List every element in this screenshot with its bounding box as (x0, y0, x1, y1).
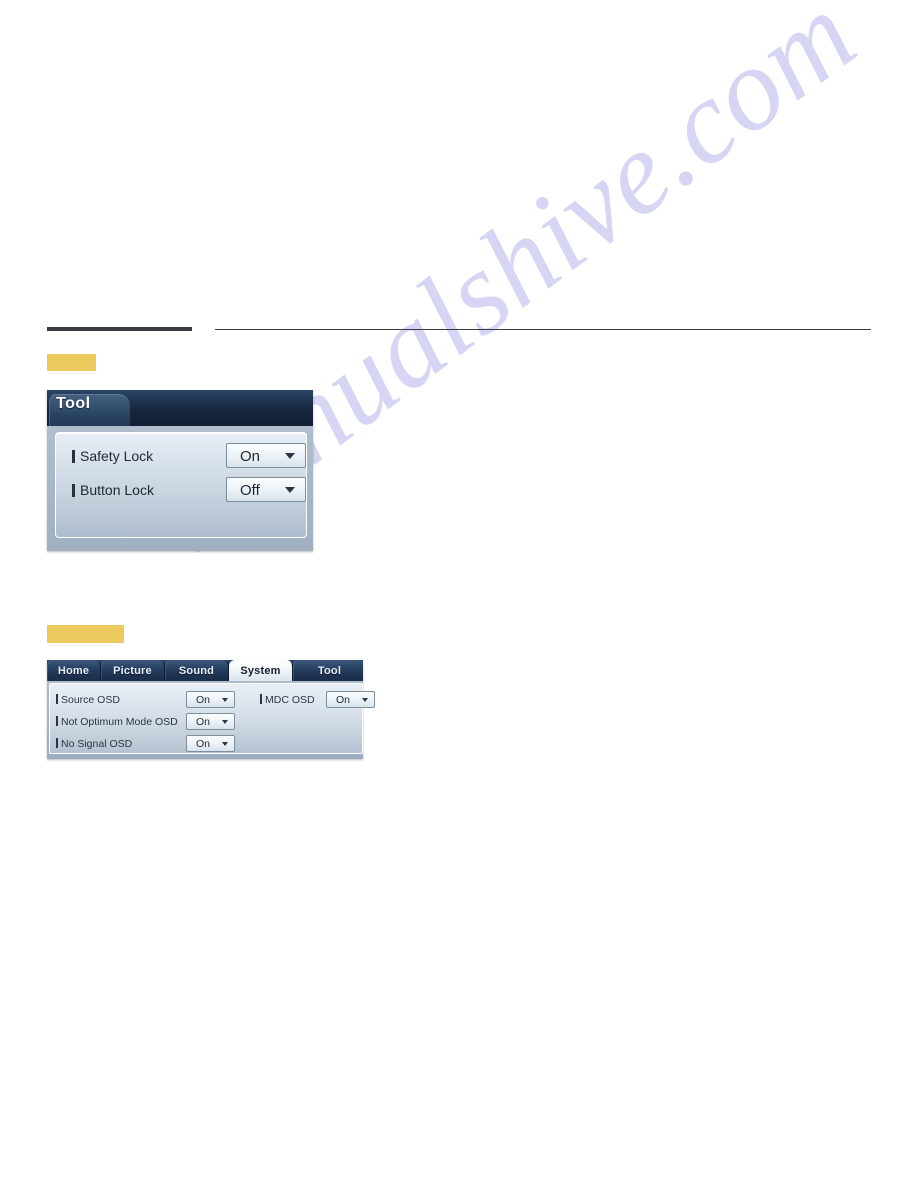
system-option-row: No Signal OSD On (56, 734, 256, 756)
mdc-osd-label-text: MDC OSD (265, 694, 315, 706)
system-option-row: Source OSD On (56, 690, 256, 712)
button-lock-label: Button Lock (72, 482, 154, 498)
mdc-osd-dropdown[interactable]: On (326, 691, 375, 708)
bullet-marker-icon (56, 716, 58, 726)
chevron-down-icon (285, 487, 295, 493)
button-lock-dropdown[interactable]: Off (226, 477, 306, 502)
system-tab-bar: Home Picture Sound System Tool (47, 660, 363, 681)
chevron-down-icon (222, 720, 228, 724)
chevron-down-icon (222, 698, 228, 702)
source-osd-label-text: Source OSD (61, 694, 120, 706)
tool-osd-panel: Tool Safety Lock On Button Lock Off (47, 390, 313, 551)
highlight-chip-secondary (47, 625, 124, 643)
safety-lock-value: On (240, 448, 261, 465)
system-osd-panel: Home Picture Sound System Tool Source OS… (47, 660, 375, 759)
bullet-marker-icon (72, 450, 75, 463)
bullet-marker-icon (56, 694, 58, 704)
system-option-row: MDC OSD On (260, 690, 375, 712)
chevron-down-icon (362, 698, 368, 702)
tool-option-row: Safety Lock On (56, 441, 306, 475)
highlight-chip-primary (47, 354, 96, 371)
tab-sound[interactable]: Sound (165, 660, 229, 681)
no-signal-osd-value: On (196, 738, 211, 750)
safety-lock-label: Safety Lock (72, 448, 153, 464)
no-signal-osd-label-text: No Signal OSD (61, 738, 133, 750)
chevron-down-icon (222, 742, 228, 746)
button-lock-value: Off (240, 482, 260, 499)
safety-lock-dropdown[interactable]: On (226, 443, 306, 468)
not-optimum-mode-osd-value: On (196, 716, 211, 728)
not-optimum-mode-osd-dropdown[interactable]: On (186, 713, 235, 730)
section-rule-thin (215, 329, 871, 330)
not-optimum-mode-osd-label-text: Not Optimum Mode OSD (61, 716, 178, 728)
tool-panel-header: Tool (47, 390, 313, 426)
no-signal-osd-dropdown[interactable]: On (186, 735, 235, 752)
section-rule-thick (47, 327, 192, 331)
source-osd-label: Source OSD (56, 694, 120, 706)
not-optimum-mode-osd-label: Not Optimum Mode OSD (56, 716, 178, 728)
system-option-row: Not Optimum Mode OSD On (56, 712, 256, 734)
tool-option-row: Button Lock Off (56, 475, 306, 509)
tab-picture[interactable]: Picture (101, 660, 165, 681)
chevron-down-icon (285, 453, 295, 459)
mdc-osd-label: MDC OSD (260, 694, 315, 706)
bullet-marker-icon (260, 694, 262, 704)
no-signal-osd-label: No Signal OSD (56, 738, 132, 750)
mdc-osd-value: On (336, 694, 351, 706)
tab-home[interactable]: Home (47, 660, 101, 681)
bullet-marker-icon (72, 484, 75, 497)
button-lock-label-text: Button Lock (80, 482, 154, 498)
source-osd-dropdown[interactable]: On (186, 691, 235, 708)
tab-tool[interactable]: Tool (293, 660, 363, 681)
bullet-marker-icon (56, 738, 58, 748)
safety-lock-label-text: Safety Lock (80, 448, 154, 464)
page-watermark: manualshive.com (0, 0, 918, 1188)
system-panel-body: Source OSD On Not Optimum Mode OSD On No… (49, 683, 375, 756)
source-osd-value: On (196, 694, 211, 706)
tab-system[interactable]: System (229, 660, 293, 681)
tool-tab-label: Tool (56, 395, 91, 412)
tool-panel-body: Safety Lock On Button Lock Off (55, 432, 307, 538)
